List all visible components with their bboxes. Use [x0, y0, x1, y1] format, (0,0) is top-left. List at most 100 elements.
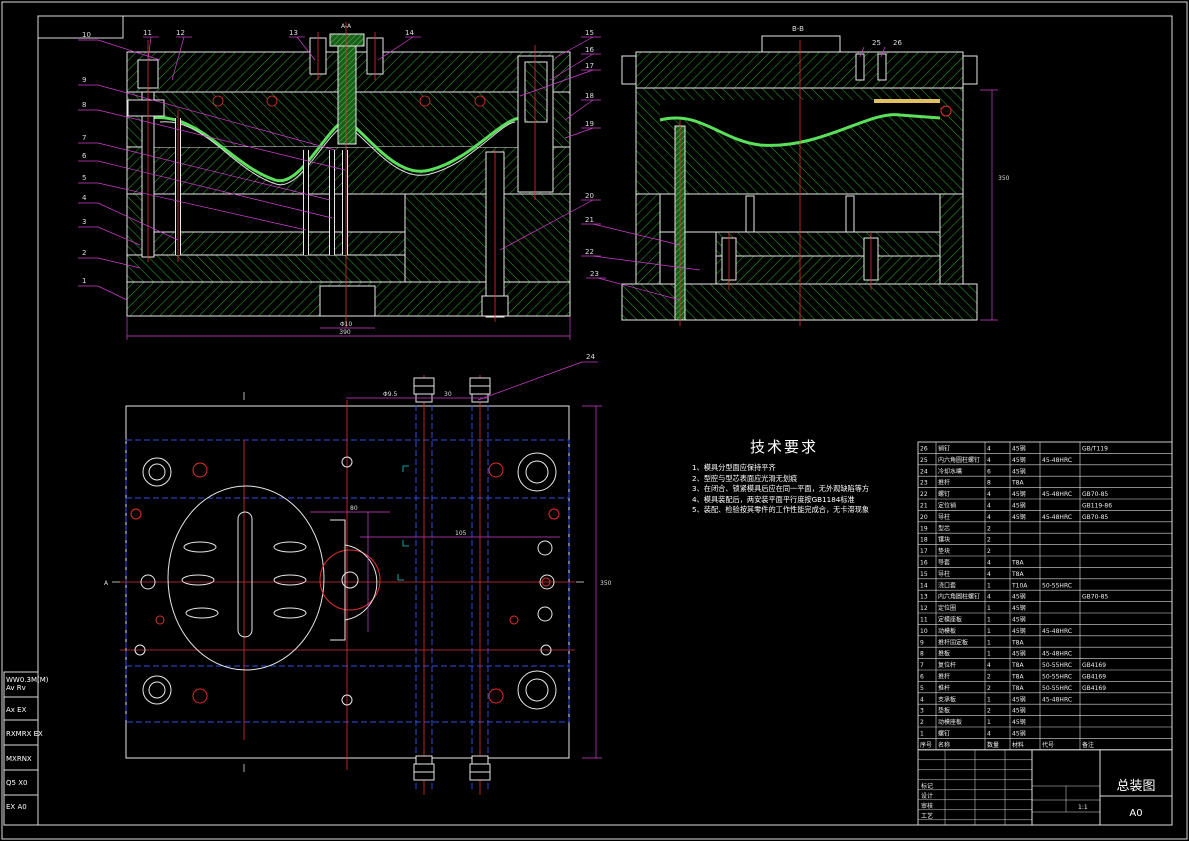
bom-header-cell: 名称: [938, 741, 950, 749]
side-label-1: Av Rv: [6, 684, 26, 692]
dim-plan-3: 105: [455, 530, 467, 537]
callout-26: 26: [893, 39, 902, 47]
bom-cell: 11: [920, 617, 928, 624]
bom-cell: 导柱: [938, 570, 950, 578]
bom-cell: 镶块: [938, 536, 950, 544]
callout-24: 24: [586, 353, 595, 361]
bom-cell: T8A: [1011, 685, 1024, 692]
bom-cell: 10: [920, 628, 928, 635]
bom-cell: T10A: [1011, 582, 1028, 589]
callout-11: 11: [143, 29, 152, 37]
bom-cell: 动模座板: [938, 718, 962, 726]
bom-cell: 推杆: [938, 684, 950, 692]
tech-item-1: 1、模具分型面应保持平齐: [692, 463, 776, 472]
dim-plan-1: Φ9.5: [383, 391, 397, 398]
bom-cell: 4: [987, 446, 991, 453]
bom-cell: 1: [987, 696, 991, 703]
bom-cell: 1: [987, 719, 991, 726]
callout-25: 25: [872, 39, 881, 47]
dim-plan-2: 30: [444, 391, 452, 398]
bom-cell: 螺钉: [938, 490, 950, 498]
bom-cell: 50-55HRC: [1042, 582, 1072, 589]
callout-9: 9: [82, 76, 86, 84]
side-label-0: WW0.3M(M): [6, 676, 49, 684]
bom-cell: 推杆固定板: [938, 638, 968, 646]
callout-15: 15: [585, 29, 594, 37]
bom-cell: 导柱: [938, 513, 950, 521]
bom-cell: 4: [987, 503, 991, 510]
callout-18: 18: [585, 92, 594, 100]
reference-box: [37, 15, 124, 39]
callout-13: 13: [289, 29, 298, 37]
dim-bb-height: 350: [998, 175, 1010, 182]
bom-cell: 2: [987, 685, 991, 692]
sheet-size: A0: [1129, 808, 1142, 819]
bom-cell: 5: [920, 685, 924, 692]
bom-cell: 4: [987, 491, 991, 498]
assembly-drawing: 390 Φ10 A-A 350 B-B Φ9.5 30 80 105 350 A…: [1, 1, 1188, 840]
bom-cell: 推杆: [938, 673, 950, 681]
bom-cell: 16: [920, 560, 928, 567]
bom-cell: 22: [920, 491, 928, 498]
side-label-6: EX A0: [6, 803, 27, 811]
bom-cell: 支承板: [938, 695, 956, 703]
bom-cell: 2: [987, 708, 991, 715]
bom-cell: T8A: [1011, 571, 1024, 578]
cooling-nipples: [413, 377, 491, 781]
bom-cell: 45-48HRC: [1042, 696, 1072, 703]
section-a-label: A-A: [341, 23, 352, 30]
bom-cell: 4: [987, 514, 991, 521]
bom-cell: 1: [987, 628, 991, 635]
bom-cell: T8A: [1011, 674, 1024, 681]
title-block-label: 工艺: [921, 812, 933, 820]
bom-cell: T8A: [1011, 480, 1024, 487]
bom-cell: 45钢: [1012, 650, 1026, 658]
bom-header-cell: 材料: [1012, 741, 1024, 749]
bom-cell: 1: [920, 731, 924, 738]
section-b-label: B-B: [792, 25, 804, 33]
bom-cell: 50-55HRC: [1042, 662, 1072, 669]
tech-title: 技术要求: [750, 438, 819, 456]
title-block-label: 标记: [921, 782, 933, 790]
drawing-sheet: 390 Φ10 A-A 350 B-B Φ9.5 30 80 105 350 A…: [0, 0, 1189, 841]
callout-21: 21: [585, 216, 594, 224]
bom-cell: GB4169: [1082, 674, 1106, 681]
bom-cell: 21: [920, 503, 928, 510]
bom-cell: 冷却水嘴: [938, 467, 962, 475]
bom-cell: 复位杆: [938, 661, 956, 669]
callout-12: 12: [176, 29, 185, 37]
bom-cell: 45钢: [1012, 593, 1026, 601]
bom-cell: 45钢: [1012, 467, 1026, 475]
section-b-b: 350 B-B: [621, 25, 1010, 326]
bom-cell: 19: [920, 525, 928, 532]
callout-22: 22: [585, 248, 594, 256]
bom-cell: 销钉: [938, 445, 950, 453]
bom-cell: 18: [920, 537, 928, 544]
bom-cell: 12: [920, 605, 928, 612]
callout-19: 19: [585, 120, 594, 128]
section-a-a: 390 Φ10 A-A: [126, 22, 571, 340]
dim-inner-width: Φ10: [340, 321, 353, 328]
bom-cell: 25: [920, 457, 928, 464]
bom-cell: 4: [987, 571, 991, 578]
bom-cell: 2: [920, 719, 924, 726]
bom-cell: 24: [920, 468, 928, 475]
plan-view: Φ9.5 30 80 105 350 A: [104, 375, 612, 795]
bom-cell: 2: [987, 525, 991, 532]
bom-cell: 50-55HRC: [1042, 674, 1072, 681]
dim-plan-height: 350: [600, 580, 612, 587]
ejector-retainer: [143, 231, 406, 256]
bom-cell: 导套: [938, 559, 950, 567]
bom-cell: 15: [920, 571, 928, 578]
bom-cell: 45钢: [1012, 718, 1026, 726]
bom-header-cell: 数量: [987, 741, 999, 749]
bom-cell: 内六角圆柱螺钉: [938, 593, 980, 601]
bom-cell: 7: [920, 662, 924, 669]
bom-cell: 2: [987, 674, 991, 681]
bom-cell: GB/T119: [1082, 446, 1108, 453]
callout-14: 14: [405, 29, 414, 37]
bom-cell: 4: [987, 662, 991, 669]
bom-cell: 内六角圆柱螺钉: [938, 456, 980, 464]
bom-cell: 推杆: [938, 479, 950, 487]
bom-table: 26 销钉 4 45钢 GB/T11925 内六角圆柱螺钉 4 45钢 45-48HRC24 冷却…: [917, 441, 1173, 826]
